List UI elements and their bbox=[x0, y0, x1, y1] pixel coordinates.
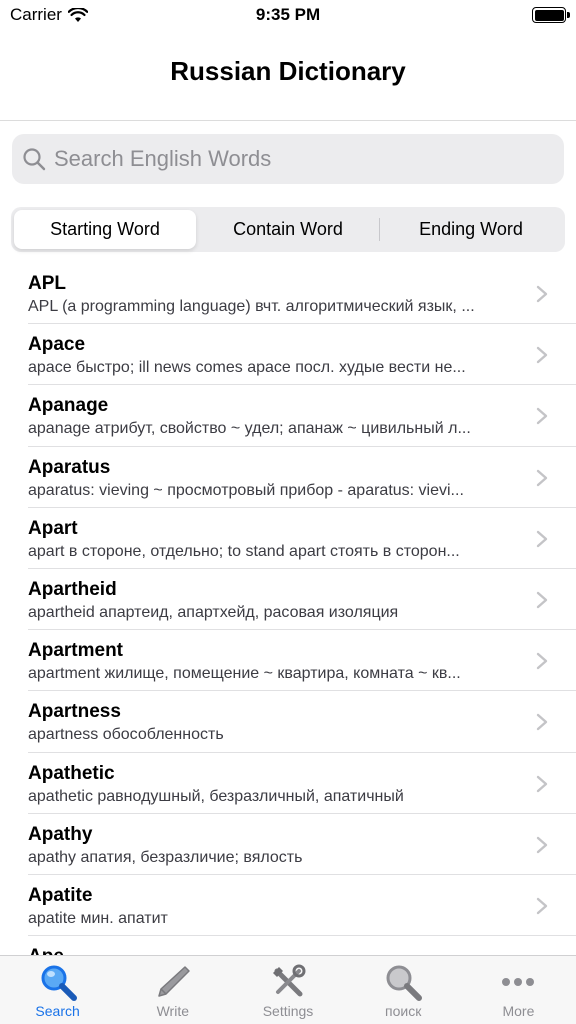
list-item[interactable]: Apartness apartness обособленность bbox=[0, 691, 576, 753]
chevron-right-icon bbox=[536, 530, 548, 547]
entry-word: Apartness bbox=[28, 701, 121, 723]
list-item[interactable]: Apathetic apathetic равнодушный, безразл… bbox=[0, 753, 576, 814]
entry-word: Apace bbox=[28, 334, 86, 356]
search-input[interactable] bbox=[54, 146, 534, 172]
entry-word: Apartheid bbox=[28, 578, 117, 600]
tools-icon bbox=[268, 962, 308, 1002]
search-area bbox=[0, 121, 576, 198]
chevron-right-icon bbox=[536, 591, 548, 609]
entry-word: Ape bbox=[28, 946, 64, 955]
entry-definition: apartness обособленность bbox=[28, 726, 224, 744]
pencil-icon bbox=[153, 962, 193, 1002]
entry-word: Apanage bbox=[28, 395, 109, 417]
list-item[interactable]: Apartheid apartheid апартеид, апартхейд,… bbox=[0, 569, 576, 631]
entry-definition: aparatus: vieving ~ просмотровый прибор … bbox=[28, 481, 464, 499]
chevron-right-icon bbox=[536, 836, 548, 853]
chevron-right-icon bbox=[536, 346, 548, 364]
status-bar: Carrier 9:35 PM bbox=[0, 0, 576, 32]
page-title: Russian Dictionary bbox=[170, 56, 406, 86]
entry-word: Apart bbox=[28, 517, 78, 539]
entry-word: APL bbox=[28, 273, 66, 294]
magnifier-icon bbox=[383, 962, 423, 1002]
tab-poisk[interactable]: поиск bbox=[346, 956, 461, 1024]
tab-label: More bbox=[502, 1003, 535, 1019]
entry-word: Apathetic bbox=[28, 762, 115, 784]
entry-definition: apanage атрибут, свойство ~ удел; апанаж… bbox=[28, 420, 471, 438]
list-item[interactable]: Ape bbox=[0, 936, 576, 955]
list-item[interactable]: Apatite apatite мин. апатит bbox=[0, 875, 576, 937]
battery-icon bbox=[532, 7, 570, 23]
chevron-right-icon bbox=[536, 469, 548, 486]
segment-ending-word[interactable]: Ending Word bbox=[380, 210, 562, 249]
list-item[interactable]: Apartment apartment жилище, помещение ~ … bbox=[0, 630, 576, 692]
tab-label: Search bbox=[35, 1003, 80, 1019]
magnifier-icon bbox=[38, 962, 78, 1002]
entry-definition: apatite мин. апатит bbox=[28, 909, 168, 927]
entry-word: Apathy bbox=[28, 823, 93, 845]
entry-definition: APL (a programming language) вчт. алгори… bbox=[28, 298, 475, 315]
list-item[interactable]: APL APL (a programming language) вчт. ал… bbox=[0, 263, 576, 325]
tab-more[interactable]: More bbox=[461, 956, 576, 1024]
status-time: 9:35 PM bbox=[255, 5, 321, 24]
chevron-right-icon bbox=[536, 775, 548, 792]
entry-definition: apace быстро; ill news comes apace посл.… bbox=[28, 359, 466, 377]
entry-word: Aparatus bbox=[28, 456, 111, 478]
search-icon bbox=[23, 148, 46, 171]
entry-word: Apatite bbox=[28, 884, 93, 906]
list-item[interactable]: Apanage apanage атрибут, свойство ~ удел… bbox=[0, 385, 576, 447]
tab-label: поиск bbox=[385, 1003, 422, 1019]
segment-contain-word[interactable]: Contain Word bbox=[197, 210, 379, 249]
entry-definition: apathy апатия, безразличие; вялость bbox=[28, 848, 303, 866]
entry-definition: apathetic равнодушный, безразличный, апа… bbox=[28, 787, 404, 805]
chevron-right-icon bbox=[536, 897, 548, 915]
list-item[interactable]: Apathy apathy апатия, безразличие; вялос… bbox=[0, 814, 576, 876]
tab-write[interactable]: Write bbox=[115, 956, 230, 1024]
chevron-right-icon bbox=[536, 652, 548, 670]
search-mode-segmented-control: Starting Word Contain Word Ending Word bbox=[11, 207, 565, 252]
tab-settings[interactable]: Settings bbox=[230, 956, 345, 1024]
more-dots-icon bbox=[498, 962, 538, 1002]
tab-label: Write bbox=[156, 1003, 190, 1019]
chevron-right-icon bbox=[536, 408, 548, 425]
entry-definition: apart в стороне, отдельно; to stand apar… bbox=[28, 542, 460, 560]
tab-search[interactable]: Search bbox=[0, 956, 115, 1024]
segment-starting-word[interactable]: Starting Word bbox=[14, 210, 196, 249]
list-item[interactable]: Apart apart в стороне, отдельно; to stan… bbox=[0, 508, 576, 570]
entry-word: Apartment bbox=[28, 640, 124, 662]
entry-definition: apartment жилище, помещение ~ квартира, … bbox=[28, 665, 461, 683]
chevron-right-icon bbox=[536, 285, 548, 303]
entry-definition: apartheid апартеид, апартхейд, расовая и… bbox=[28, 603, 399, 621]
tab-bar: Search Write Settings поиск More bbox=[0, 955, 576, 1024]
list-item[interactable]: Apace apace быстро; ill news comes apace… bbox=[0, 324, 576, 386]
word-list: APL APL (a programming language) вчт. ал… bbox=[0, 263, 576, 955]
tab-label: Settings bbox=[262, 1003, 314, 1019]
search-field[interactable] bbox=[12, 134, 564, 184]
chevron-right-icon bbox=[536, 714, 548, 731]
list-item[interactable]: Aparatus aparatus: vieving ~ просмотровы… bbox=[0, 447, 576, 508]
